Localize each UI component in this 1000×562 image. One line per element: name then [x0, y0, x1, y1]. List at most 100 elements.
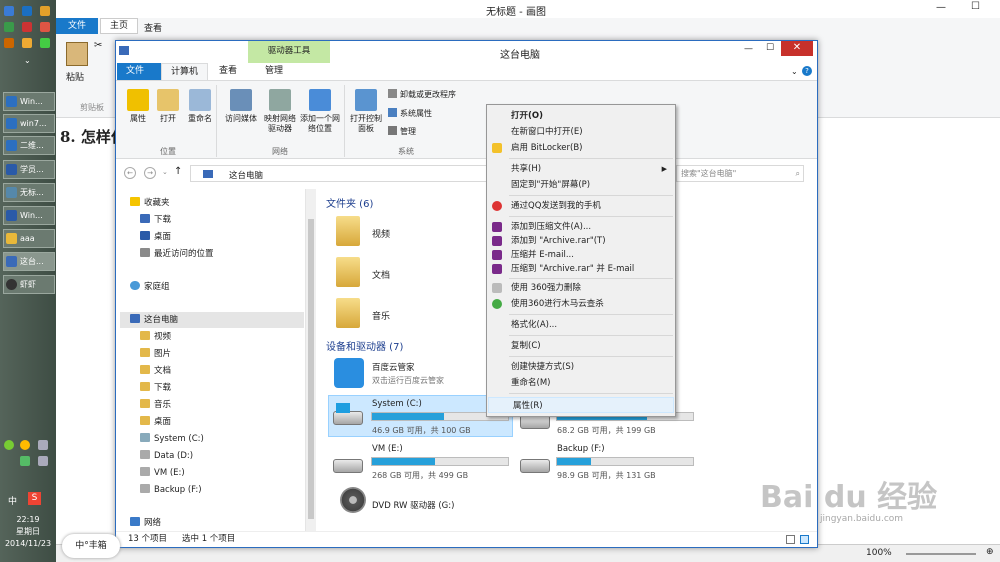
nav-videos[interactable]: 视频 — [140, 329, 171, 345]
nav-desktop-2[interactable]: 桌面 — [140, 414, 171, 430]
manage-button[interactable]: 管理 — [388, 126, 416, 137]
tiles-view-icon[interactable] — [800, 535, 809, 544]
access-media-button[interactable]: 访问媒体 — [222, 89, 260, 124]
system-properties-button[interactable]: 系统属性 — [388, 108, 432, 119]
nav-favorites[interactable]: 收藏夹 — [130, 195, 170, 211]
tab-view[interactable]: 查看 — [210, 63, 246, 80]
paint-tab-home[interactable]: 主页 — [100, 18, 138, 34]
ime-indicator[interactable]: 中 — [8, 494, 17, 507]
desktop-icon[interactable] — [4, 6, 14, 16]
app-icon[interactable] — [4, 22, 14, 32]
drive-icon[interactable] — [333, 459, 363, 473]
paste-icon[interactable] — [66, 42, 88, 66]
nav-drive-d[interactable]: Data (D:) — [140, 448, 193, 464]
address-bar[interactable]: 这台电脑 — [190, 165, 490, 182]
baidu-cloud-icon[interactable] — [334, 358, 364, 388]
nav-homegroup[interactable]: 家庭组 — [130, 279, 170, 295]
map-network-drive-button[interactable]: 映射网络驱动器 — [262, 89, 298, 134]
folder-videos-label[interactable]: 视频 — [372, 227, 390, 240]
help-icon[interactable]: ? — [802, 66, 812, 76]
app-icon[interactable] — [40, 38, 50, 48]
tab-file[interactable]: 文件 — [117, 63, 161, 80]
menu-item-360-scan[interactable]: 使用360进行木马云查杀 — [487, 296, 675, 312]
menu-item-create-shortcut[interactable]: 创建快捷方式(S) — [487, 359, 675, 375]
menu-item-360-delete[interactable]: 使用 360强力删除 — [487, 280, 675, 296]
chevron-down-icon[interactable]: ⌄ — [791, 67, 798, 76]
folder-documents-label[interactable]: 文档 — [372, 268, 390, 281]
nav-scrollbar[interactable] — [306, 189, 316, 531]
recent-locations-icon[interactable]: ⌄ — [162, 168, 168, 176]
taskbar-item[interactable]: 无标... — [3, 183, 55, 202]
paint-tab-file[interactable]: 文件 — [56, 18, 98, 34]
forward-button[interactable]: → — [144, 167, 156, 179]
taskbar-item[interactable]: aaa — [3, 229, 55, 248]
tray-icon[interactable] — [20, 440, 30, 450]
folder-icon[interactable] — [22, 38, 32, 48]
baidu-cloud-name[interactable]: 百度云管家 — [372, 361, 415, 373]
zoom-slider[interactable] — [906, 553, 976, 555]
app-icon[interactable] — [40, 6, 50, 16]
drive-e-name[interactable]: VM (E:) — [372, 444, 403, 454]
menu-item-pin-start[interactable]: 固定到"开始"屏幕(P) — [487, 177, 675, 193]
nav-this-pc[interactable]: 这台电脑 — [120, 312, 304, 328]
taskbar-item[interactable]: 这台... — [3, 252, 55, 271]
app-icon[interactable] — [4, 38, 14, 48]
menu-item-rename[interactable]: 重命名(M) — [487, 375, 675, 391]
taskbar-item[interactable]: 二维... — [3, 136, 55, 155]
nav-drive-c[interactable]: System (C:) — [140, 431, 204, 447]
clock[interactable]: 22:19 星期日 2014/11/23 — [0, 514, 56, 550]
nav-music[interactable]: 音乐 — [140, 397, 171, 413]
folders-section-header[interactable]: 文件夹 (6) — [326, 195, 373, 210]
maximize-button[interactable]: ☐ — [766, 43, 774, 53]
details-view-icon[interactable] — [786, 535, 795, 544]
document-folder-icon[interactable] — [336, 257, 360, 287]
scrollbar-thumb[interactable] — [308, 219, 314, 519]
app-icon[interactable] — [22, 22, 32, 32]
menu-item-send-qq[interactable]: 通过QQ发送到我的手机 — [487, 198, 675, 214]
dvd-drive-name[interactable]: DVD RW 驱动器 (G:) — [372, 499, 454, 511]
taskbar-item[interactable]: 学员... — [3, 160, 55, 179]
outlook-icon[interactable] — [22, 6, 32, 16]
properties-button[interactable]: 属性 — [124, 89, 152, 124]
zoom-in-icon[interactable]: ⊕ — [986, 547, 994, 557]
taskbar-item[interactable]: Win... — [3, 206, 55, 225]
menu-item-format[interactable]: 格式化(A)... — [487, 317, 675, 333]
drive-icon[interactable] — [520, 415, 550, 429]
menu-item-share[interactable]: 共享(H) ▶ — [487, 161, 675, 177]
nav-drive-f[interactable]: Backup (F:) — [140, 482, 202, 498]
rename-button[interactable]: 重命名 — [184, 89, 216, 124]
sogou-ime-icon[interactable]: S — [28, 492, 41, 505]
menu-item-compress-rar-email[interactable]: 压缩到 "Archive.rar" 并 E-mail — [487, 261, 675, 277]
minimize-button[interactable]: — — [936, 2, 946, 13]
dvd-icon[interactable] — [340, 487, 366, 513]
nav-downloads[interactable]: 下载 — [140, 212, 171, 228]
back-button[interactable]: ← — [124, 167, 136, 179]
open-button[interactable]: 打开 — [154, 89, 182, 124]
nav-desktop[interactable]: 桌面 — [140, 229, 171, 245]
qq-icon[interactable] — [40, 22, 50, 32]
video-folder-icon[interactable] — [336, 216, 360, 246]
taskbar-item[interactable]: win7... — [3, 114, 55, 133]
uninstall-button[interactable]: 卸载或更改程序 — [388, 89, 456, 100]
drives-section-header[interactable]: 设备和驱动器 (7) — [326, 338, 403, 353]
taskbar-item[interactable]: Win... — [3, 92, 55, 111]
maximize-button[interactable]: ☐ — [971, 1, 980, 12]
tray-icon[interactable] — [20, 456, 30, 466]
taskbar-item[interactable]: 虾虾 — [3, 275, 55, 294]
menu-item-properties[interactable]: 属性(R) — [488, 397, 674, 413]
quick-access-toolbar[interactable] — [61, 3, 121, 15]
drive-icon[interactable] — [520, 459, 550, 473]
quick-access-toolbar[interactable] — [140, 46, 180, 56]
tab-manage[interactable]: 管理 — [256, 63, 292, 80]
menu-item-open[interactable]: 打开(O) — [487, 108, 675, 124]
paint-tab-view[interactable]: 查看 — [144, 21, 162, 34]
menu-item-open-new-window[interactable]: 在新窗口中打开(E) — [487, 124, 675, 140]
nav-documents[interactable]: 文档 — [140, 363, 171, 379]
music-folder-icon[interactable] — [336, 298, 360, 328]
menu-item-bitlocker[interactable]: 启用 BitLocker(B) — [487, 140, 675, 156]
wifi-icon[interactable] — [38, 440, 48, 450]
up-button[interactable]: ↑ — [174, 166, 182, 177]
add-network-location-button[interactable]: 添加一个网络位置 — [300, 89, 340, 134]
signal-icon[interactable] — [38, 456, 48, 466]
menu-item-copy[interactable]: 复制(C) — [487, 338, 675, 354]
